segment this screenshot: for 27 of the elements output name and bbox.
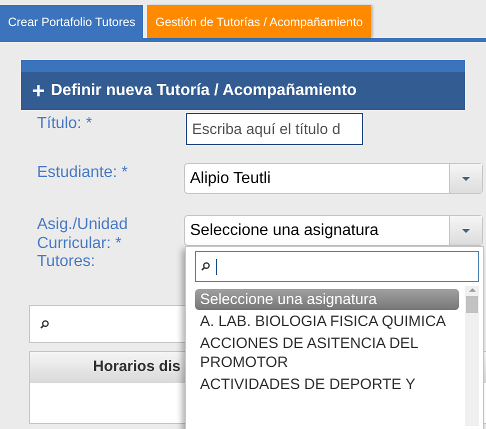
field-label: Asig./Unidad Curricular: *	[37, 215, 129, 253]
dropdown-search-field[interactable]	[195, 251, 479, 282]
select-field[interactable]: Alipio Teutli	[184, 163, 483, 194]
scroll-thumb[interactable]	[466, 296, 478, 313]
field-label: Estudiante: *	[37, 163, 129, 183]
caret-icon	[462, 228, 470, 232]
dropdown-button[interactable]	[449, 216, 482, 245]
scrollbar[interactable]	[465, 286, 479, 426]
plus-icon: +	[32, 80, 45, 102]
search-icon	[40, 320, 49, 328]
title-input[interactable]: Escriba aquí el título d	[186, 113, 363, 145]
dropdown-option[interactable]: A. LAB. BIOLOGIA FISICA QUIMICA	[195, 311, 460, 332]
caret-icon	[462, 176, 470, 180]
dropdown-option[interactable]: ACCIONES DE ASITENCIA DEL PROMOTOR	[195, 333, 460, 373]
panel-title: Definir nueva Tutoría / Acompañamiento	[50, 81, 357, 101]
search-icon	[201, 262, 210, 271]
scroll-up-icon[interactable]	[468, 288, 476, 292]
select-value: Seleccione una asignatura	[189, 221, 380, 241]
dropdown-button[interactable]	[449, 164, 482, 193]
select-field[interactable]: Seleccione una asignatura	[184, 215, 483, 246]
field-label: Título: *	[37, 114, 94, 134]
dropdown-option[interactable]: ACTIVIDADES DE DEPORTE Y	[195, 374, 460, 395]
field-label: Tutores:	[37, 252, 96, 272]
select-value: Alipio Teutli	[189, 169, 272, 189]
dropdown-option[interactable]: Seleccione una asignatura	[195, 289, 460, 310]
column-header: Horarios dis	[93, 357, 181, 378]
tab[interactable]: Crear Portafolio Tutores	[0, 5, 144, 38]
